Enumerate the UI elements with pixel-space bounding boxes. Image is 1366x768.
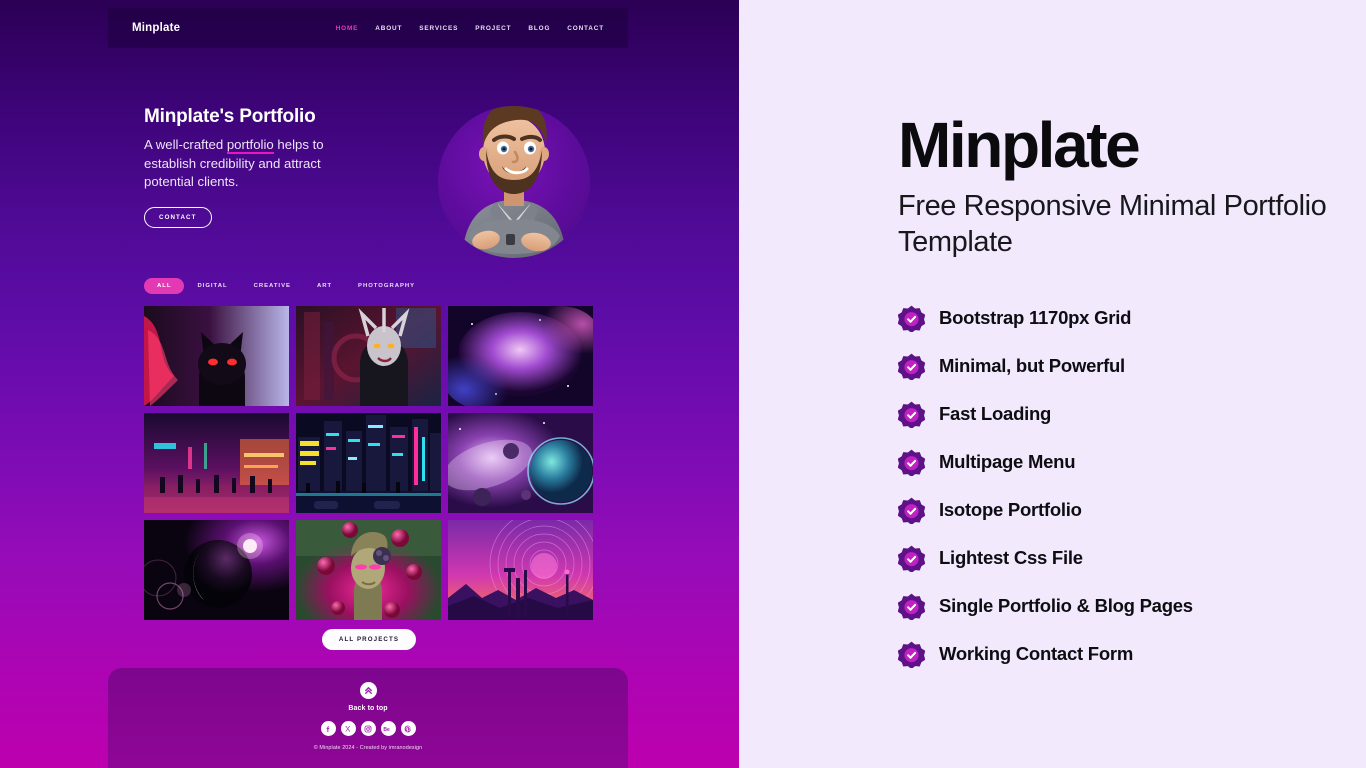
feature-item-lightest-css: Lightest Css File bbox=[898, 534, 1338, 582]
hero-sub-highlight: portfolio bbox=[226, 137, 274, 154]
check-badge-icon bbox=[898, 641, 925, 668]
portfolio-tile-neon-cat-portrait[interactable] bbox=[144, 306, 289, 406]
hero-sub-before: A well-crafted bbox=[144, 137, 227, 152]
nav-link-about[interactable]: ABOUT bbox=[375, 25, 402, 32]
feature-list: Bootstrap 1170px Grid Minimal, but Power… bbox=[898, 294, 1338, 678]
filter-art[interactable]: ART bbox=[304, 278, 345, 294]
feature-label: Minimal, but Powerful bbox=[939, 355, 1125, 376]
feature-label: Bootstrap 1170px Grid bbox=[939, 307, 1132, 328]
feature-item-bootstrap-grid: Bootstrap 1170px Grid bbox=[898, 294, 1338, 342]
info-panel-inner: Minplate Free Responsive Minimal Portfol… bbox=[898, 112, 1338, 678]
feature-item-isotope-portfolio: Isotope Portfolio bbox=[898, 486, 1338, 534]
portfolio-tile-dark-glass-sphere[interactable] bbox=[144, 520, 289, 620]
website-preview: Minplate HOME ABOUT SERVICES PROJECT BLO… bbox=[0, 0, 739, 768]
all-projects-wrap: ALL PROJECTS bbox=[144, 628, 594, 650]
check-badge-icon bbox=[898, 545, 925, 572]
social-links: Be bbox=[320, 721, 416, 736]
hero-contact-button[interactable]: CONTACT bbox=[144, 206, 212, 228]
nav-link-blog[interactable]: BLOG bbox=[528, 25, 550, 32]
portfolio-tile-cyber-city-skyline[interactable] bbox=[296, 413, 441, 513]
feature-label: Working Contact Form bbox=[939, 643, 1134, 664]
svg-text:Be: Be bbox=[383, 726, 390, 732]
check-badge-icon bbox=[898, 449, 925, 476]
portfolio-tile-purple-nebula[interactable] bbox=[448, 306, 593, 406]
nav-links: HOME ABOUT SERVICES PROJECT BLOG CONTACT bbox=[336, 25, 604, 32]
filter-creative[interactable]: CREATIVE bbox=[241, 278, 304, 294]
nav-link-project[interactable]: PROJECT bbox=[475, 25, 511, 32]
feature-label: Lightest Css File bbox=[939, 547, 1083, 568]
nav-link-services[interactable]: SERVICES bbox=[419, 25, 458, 32]
hero-subtitle: A well-crafted portfolio helps to establ… bbox=[144, 136, 374, 192]
chevron-up-double-icon bbox=[364, 687, 372, 694]
check-badge-icon bbox=[898, 593, 925, 620]
filter-photography[interactable]: PHOTOGRAPHY bbox=[345, 278, 428, 294]
social-pinterest-icon[interactable] bbox=[400, 721, 416, 736]
portfolio-tile-retro-future-landscape[interactable] bbox=[448, 520, 593, 620]
filter-all[interactable]: ALL bbox=[144, 278, 185, 294]
feature-item-fast-loading: Fast Loading bbox=[898, 390, 1338, 438]
avatar-character-illustration bbox=[462, 106, 566, 258]
portfolio-tile-neon-street-crowd[interactable] bbox=[144, 413, 289, 513]
info-panel: Minplate Free Responsive Minimal Portfol… bbox=[739, 0, 1366, 768]
feature-label: Multipage Menu bbox=[939, 451, 1076, 472]
nav-link-home[interactable]: HOME bbox=[336, 25, 359, 32]
feature-item-single-portfolio-blog: Single Portfolio & Blog Pages bbox=[898, 582, 1338, 630]
copyright-text: © Minplate 2024 - Created by imranodesig… bbox=[313, 745, 423, 751]
social-behance-icon[interactable]: Be bbox=[380, 721, 396, 736]
check-badge-icon bbox=[898, 353, 925, 380]
site-footer: Back to top Be © Minplate 2024 - Created… bbox=[108, 668, 628, 768]
hero-text-block: Minplate's Portfolio A well-crafted port… bbox=[144, 106, 374, 228]
portfolio-tile-classical-bust-spheres[interactable] bbox=[296, 520, 441, 620]
hero-section: Minplate's Portfolio A well-crafted port… bbox=[0, 48, 739, 270]
feature-item-multipage-menu: Multipage Menu bbox=[898, 438, 1338, 486]
back-to-top-button[interactable] bbox=[359, 682, 377, 699]
nav-link-contact[interactable]: CONTACT bbox=[567, 25, 604, 32]
site-navbar: Minplate HOME ABOUT SERVICES PROJECT BLO… bbox=[108, 8, 628, 48]
filter-digital[interactable]: DIGITAL bbox=[184, 278, 240, 294]
hero-avatar bbox=[424, 54, 604, 264]
portfolio-grid bbox=[144, 306, 594, 620]
check-badge-icon bbox=[898, 305, 925, 332]
feature-item-working-contact-form: Working Contact Form bbox=[898, 630, 1338, 678]
check-badge-icon bbox=[898, 401, 925, 428]
social-x-twitter-icon[interactable] bbox=[340, 721, 356, 736]
portfolio-tile-cyberpunk-figure[interactable] bbox=[296, 306, 441, 406]
all-projects-button[interactable]: ALL PROJECTS bbox=[321, 629, 417, 650]
portfolio-tile-planet-space-scene[interactable] bbox=[448, 413, 593, 513]
screenshot-root: Minplate HOME ABOUT SERVICES PROJECT BLO… bbox=[0, 0, 1366, 768]
panel-title: Minplate bbox=[898, 109, 1141, 181]
brand-logo[interactable]: Minplate bbox=[132, 22, 180, 34]
feature-label: Fast Loading bbox=[939, 403, 1052, 424]
feature-label: Single Portfolio & Blog Pages bbox=[939, 595, 1193, 616]
check-badge-icon bbox=[898, 497, 925, 524]
social-instagram-icon[interactable] bbox=[360, 721, 376, 736]
back-to-top-label: Back to top bbox=[348, 705, 388, 712]
panel-subtitle: Free Responsive Minimal Portfolio Templa… bbox=[898, 190, 1327, 258]
feature-label: Isotope Portfolio bbox=[939, 499, 1082, 520]
hero-title: Minplate's Portfolio bbox=[144, 106, 316, 127]
social-facebook-icon[interactable] bbox=[320, 721, 336, 736]
feature-item-minimal-powerful: Minimal, but Powerful bbox=[898, 342, 1338, 390]
portfolio-filter-tabs: ALL DIGITAL CREATIVE ART PHOTOGRAPHY bbox=[144, 278, 428, 294]
